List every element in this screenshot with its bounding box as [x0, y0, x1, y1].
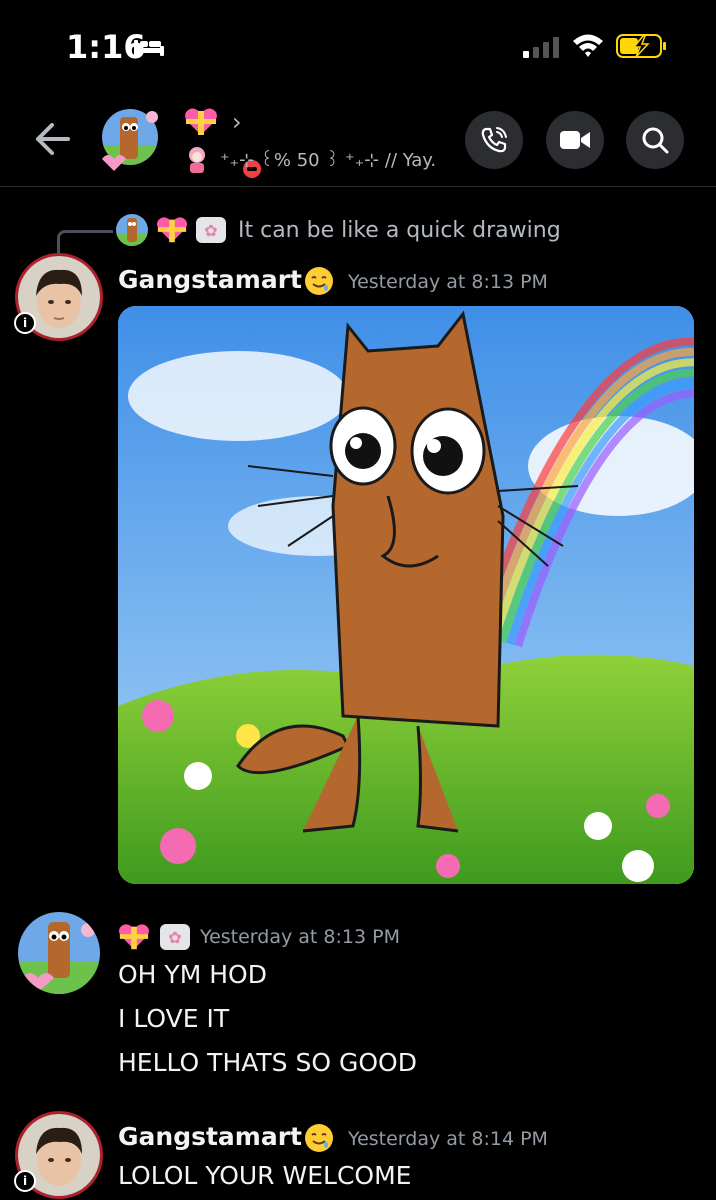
drawing-image [118, 306, 694, 884]
timestamp: Yesterday at 8:14 PM [347, 1128, 548, 1150]
timestamp: Yesterday at 8:13 PM [347, 271, 548, 293]
battery-charging-icon [616, 34, 666, 58]
call-icon [481, 127, 507, 153]
wifi-icon [573, 34, 603, 57]
username[interactable]: Gangstamart [118, 265, 334, 296]
drooling-face-emoji [304, 267, 333, 295]
heart-with-ribbon-emoji [119, 924, 149, 950]
message-line: I LOVE IT [118, 1004, 230, 1033]
heart-with-ribbon-emoji [157, 217, 187, 243]
group-avatar-image [102, 109, 158, 171]
status-bar: 1:16 [0, 0, 716, 95]
reply-preview[interactable]: ✿ It can be like a quick drawing [116, 214, 561, 246]
message-header: Gangstamart Yesterday at 8:13 PM [118, 265, 548, 296]
user-avatar-2[interactable] [18, 912, 100, 994]
cellular-signal-icon [523, 37, 559, 58]
call-button[interactable] [465, 111, 523, 169]
message-header-3: Gangstamart Yesterday at 8:14 PM [118, 1122, 548, 1153]
search-button[interactable] [626, 111, 684, 169]
flower-tag-icon: ✿ [196, 217, 226, 243]
search-icon [642, 127, 669, 154]
username[interactable]: Gangstamart [118, 1122, 334, 1153]
group-avatar[interactable] [100, 105, 264, 181]
video-call-button[interactable] [546, 111, 604, 169]
drooling-face-emoji [304, 1124, 333, 1152]
heart-with-ribbon-emoji [185, 108, 217, 135]
avatar-badge: i [14, 1170, 36, 1192]
video-icon [560, 131, 590, 149]
message-header-2: ✿ Yesterday at 8:13 PM [118, 922, 400, 952]
flower-tag-icon: ✿ [160, 924, 190, 950]
chevron-right-icon: › [232, 108, 242, 136]
chat-title[interactable]: › [184, 107, 242, 137]
bed-icon [134, 40, 164, 56]
reply-connector [57, 230, 113, 256]
timestamp: Yesterday at 8:13 PM [200, 926, 400, 948]
arrow-left-icon[interactable] [30, 119, 74, 159]
avatar-drawing [18, 912, 100, 994]
anime-character-emoji [189, 147, 205, 173]
reply-avatar [116, 214, 148, 246]
message-line: LOLOL YOUR WELCOME [118, 1161, 412, 1190]
chat-header: › ⁺₊⊹ ꒰% 50 ꒱ ⁺₊⊹ // Yay. [0, 95, 716, 187]
reply-text: It can be like a quick drawing [238, 217, 561, 243]
message-line: OH YM HOD [118, 960, 267, 989]
image-attachment[interactable] [118, 306, 694, 884]
chat-status: ⁺₊⊹ ꒰% 50 ꒱ ⁺₊⊹ // Yay. [184, 145, 436, 173]
avatar-badge: i [14, 312, 36, 334]
message-line: HELLO THATS SO GOOD [118, 1048, 417, 1077]
